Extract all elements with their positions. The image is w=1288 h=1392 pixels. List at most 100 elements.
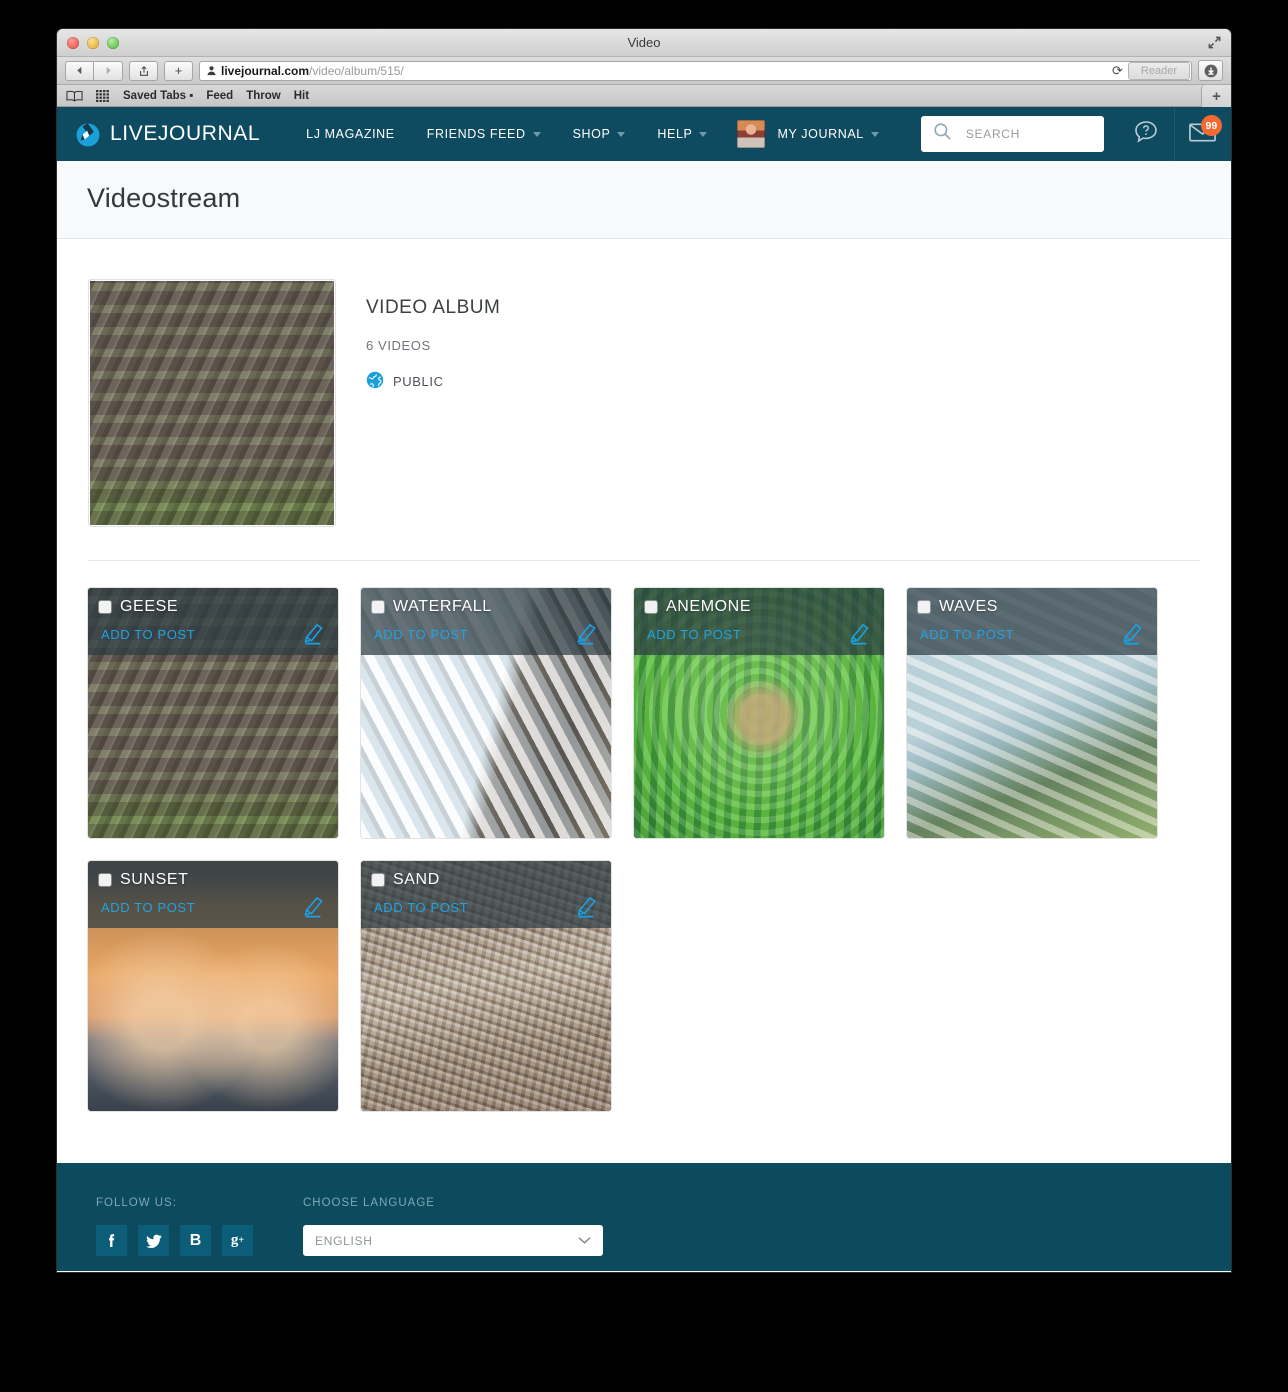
forward-button[interactable] bbox=[94, 60, 123, 81]
edit-pencil-icon[interactable] bbox=[304, 896, 324, 918]
messages-button[interactable]: 99 bbox=[1173, 107, 1230, 161]
search-icon bbox=[933, 122, 952, 146]
chevron-down-icon bbox=[870, 131, 879, 137]
social-links: B g + bbox=[96, 1225, 253, 1256]
video-select-checkbox[interactable] bbox=[372, 874, 384, 886]
video-card-overlay: WATERFALL ADD TO POST bbox=[361, 588, 611, 655]
video-card-overlay: SUNSET ADD TO POST bbox=[88, 861, 338, 928]
album-video-count: 6 VIDEOS bbox=[366, 338, 431, 353]
bookmark-saved-tabs[interactable]: Saved Tabs ▪ bbox=[123, 90, 193, 102]
window-title: Video bbox=[627, 35, 661, 50]
video-title: WAVES bbox=[939, 598, 999, 615]
chevron-down-icon bbox=[578, 1234, 591, 1248]
chevron-down-icon bbox=[699, 131, 708, 137]
nav-item-lj-magazine[interactable]: LJ MAGAZINE bbox=[290, 127, 411, 141]
edit-pencil-icon[interactable] bbox=[1123, 623, 1143, 645]
add-to-post-link[interactable]: ADD TO POST bbox=[374, 627, 468, 642]
vk-icon[interactable]: B bbox=[180, 1225, 211, 1256]
video-card[interactable]: WAVES ADD TO POST bbox=[907, 588, 1157, 838]
nav-item-shop[interactable]: SHOP bbox=[557, 127, 642, 141]
video-card[interactable]: WATERFALL ADD TO POST bbox=[361, 588, 611, 838]
video-card[interactable]: ANEMONE ADD TO POST bbox=[634, 588, 884, 838]
edit-pencil-icon[interactable] bbox=[577, 896, 597, 918]
address-bar[interactable]: livejournal.com/video/album/515/ ⟳ Reade… bbox=[199, 60, 1192, 81]
edit-pencil-icon[interactable] bbox=[304, 623, 324, 645]
album-privacy-label: PUBLIC bbox=[393, 374, 444, 389]
share-button[interactable] bbox=[129, 60, 158, 81]
nav-utility-icons: 99 bbox=[1118, 107, 1230, 161]
nav-item-help[interactable]: HELP bbox=[641, 127, 723, 141]
video-select-checkbox[interactable] bbox=[645, 601, 657, 613]
nav-item-label: FRIENDS FEED bbox=[426, 127, 526, 141]
video-select-checkbox[interactable] bbox=[372, 601, 384, 613]
facebook-icon[interactable] bbox=[96, 1225, 127, 1256]
fullscreen-icon[interactable] bbox=[1207, 35, 1222, 50]
page-title-strip: Videostream bbox=[57, 161, 1231, 239]
video-card[interactable]: GEESE ADD TO POST bbox=[88, 588, 338, 838]
bookmark-hit[interactable]: Hit bbox=[294, 90, 309, 102]
minimize-window-button[interactable] bbox=[87, 37, 99, 49]
google-plus-icon[interactable]: g + bbox=[222, 1225, 253, 1256]
livejournal-logo[interactable]: LIVEJOURNAL bbox=[73, 120, 260, 148]
nav-item-label: MY JOURNAL bbox=[777, 127, 864, 141]
question-bubble-icon bbox=[1132, 118, 1160, 151]
video-select-checkbox[interactable] bbox=[99, 601, 111, 613]
video-card[interactable]: SAND ADD TO POST bbox=[361, 861, 611, 1111]
book-icon[interactable] bbox=[66, 90, 83, 102]
nav-item-label: HELP bbox=[657, 127, 693, 141]
new-tab-button[interactable]: + bbox=[164, 60, 193, 81]
add-to-post-link[interactable]: ADD TO POST bbox=[647, 627, 741, 642]
video-title: WATERFALL bbox=[393, 598, 492, 615]
album-cover-image bbox=[90, 281, 334, 525]
message-count-badge: 99 bbox=[1200, 115, 1222, 136]
nav-item-my-journal[interactable]: MY JOURNAL bbox=[761, 127, 894, 141]
follow-us-label: FOLLOW US: bbox=[96, 1197, 177, 1209]
video-card-overlay: WAVES ADD TO POST bbox=[907, 588, 1157, 655]
video-title: SAND bbox=[393, 871, 440, 888]
reload-icon[interactable]: ⟳ bbox=[1107, 63, 1128, 79]
language-select[interactable]: ENGLISH bbox=[303, 1225, 603, 1256]
edit-pencil-icon[interactable] bbox=[850, 623, 870, 645]
video-select-checkbox[interactable] bbox=[99, 874, 111, 886]
album-header: VIDEO ALBUM 6 VIDEOS PUBLIC bbox=[57, 239, 1231, 527]
reader-button[interactable]: Reader bbox=[1127, 61, 1190, 80]
language-column: CHOOSE LANGUAGE ENGLISH bbox=[303, 1197, 603, 1271]
help-button[interactable] bbox=[1118, 107, 1174, 161]
back-button[interactable] bbox=[65, 60, 94, 81]
browser-window: Video + livejournal.com/video/album/515/… bbox=[57, 29, 1231, 1272]
add-tab-button[interactable]: + bbox=[1201, 85, 1231, 107]
page-title: Videostream bbox=[87, 183, 241, 213]
nav-item-friends-feed[interactable]: FRIENDS FEED bbox=[411, 127, 557, 141]
nav-links: LJ MAGAZINE FRIENDS FEED SHOP HELP MY JO… bbox=[290, 120, 895, 148]
search-box[interactable]: SEARCH bbox=[920, 116, 1104, 152]
choose-language-label: CHOOSE LANGUAGE bbox=[303, 1197, 435, 1209]
add-to-post-link[interactable]: ADD TO POST bbox=[101, 627, 195, 642]
twitter-icon[interactable] bbox=[138, 1225, 169, 1256]
site-navbar: LIVEJOURNAL LJ MAGAZINE FRIENDS FEED SHO… bbox=[57, 107, 1231, 161]
edit-pencil-icon[interactable] bbox=[577, 623, 597, 645]
video-title: ANEMONE bbox=[666, 598, 752, 615]
video-card-overlay: SAND ADD TO POST bbox=[361, 861, 611, 928]
close-window-button[interactable] bbox=[67, 37, 79, 49]
add-to-post-link[interactable]: ADD TO POST bbox=[101, 900, 195, 915]
browser-toolbar: + livejournal.com/video/album/515/ ⟳ Rea… bbox=[57, 57, 1231, 85]
nav-item-label: LJ MAGAZINE bbox=[306, 127, 395, 141]
globe-icon bbox=[366, 371, 384, 392]
add-to-post-link[interactable]: ADD TO POST bbox=[920, 627, 1014, 642]
video-title: SUNSET bbox=[120, 871, 189, 888]
search-placeholder: SEARCH bbox=[965, 127, 1021, 141]
url-text: livejournal.com/video/album/515/ bbox=[221, 63, 404, 78]
window-controls bbox=[67, 37, 119, 49]
add-to-post-link[interactable]: ADD TO POST bbox=[374, 900, 468, 915]
grid-icon[interactable] bbox=[96, 89, 110, 102]
video-card-overlay: GEESE ADD TO POST bbox=[88, 588, 338, 655]
bookmark-throw[interactable]: Throw bbox=[246, 90, 281, 102]
video-select-checkbox[interactable] bbox=[918, 601, 930, 613]
downloads-button[interactable] bbox=[1198, 60, 1223, 81]
chevron-down-icon bbox=[532, 131, 541, 137]
video-card[interactable]: SUNSET ADD TO POST bbox=[88, 861, 338, 1111]
album-name: VIDEO ALBUM bbox=[366, 297, 501, 318]
maximize-window-button[interactable] bbox=[107, 37, 119, 49]
album-cover-thumbnail[interactable] bbox=[88, 279, 336, 527]
bookmark-feed[interactable]: Feed bbox=[206, 90, 233, 102]
